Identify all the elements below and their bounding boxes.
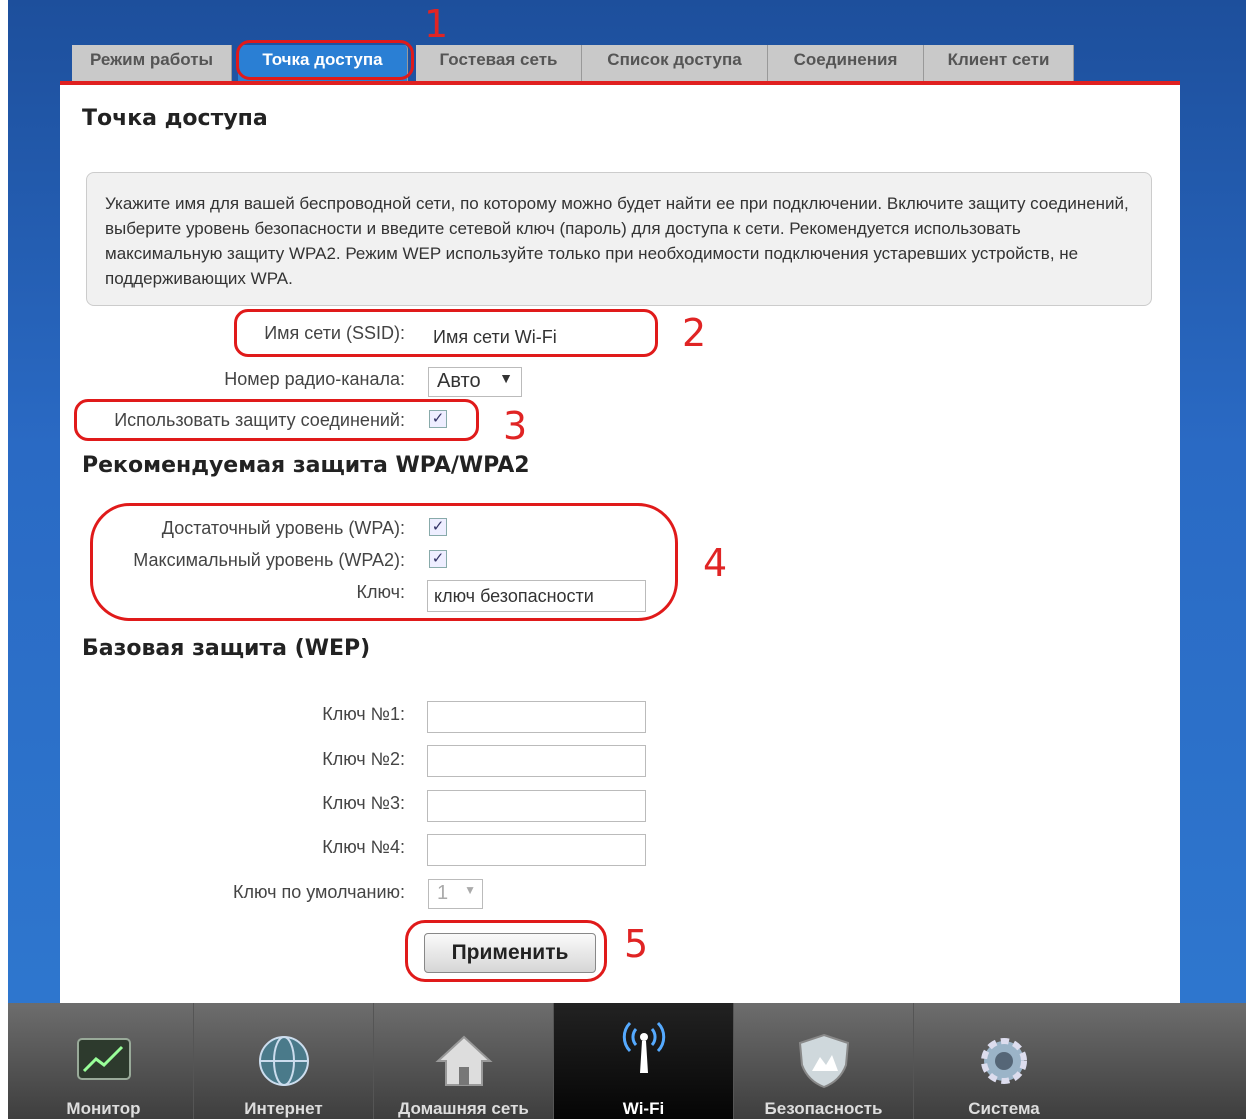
annotation-number-3: 3	[503, 404, 528, 448]
home-icon	[435, 1035, 493, 1086]
tab-network-client[interactable]: Клиент сети	[924, 45, 1074, 82]
nav-wifi[interactable]: Wi-Fi	[554, 1003, 734, 1119]
default-key-select[interactable]: 1 ▼	[428, 879, 483, 909]
nav-home-network-label: Домашняя сеть	[398, 1099, 529, 1118]
nav-home-network[interactable]: Домашняя сеть	[374, 1003, 554, 1119]
info-note: Укажите имя для вашей беспроводной сети,…	[86, 172, 1152, 306]
wep-key1-label: Ключ №1:	[322, 704, 405, 724]
nav-monitor-label: Монитор	[66, 1099, 141, 1118]
gear-icon	[981, 1038, 1027, 1084]
tab-access-list[interactable]: Список доступа	[582, 45, 768, 82]
annotation-number-1: 1	[424, 2, 449, 46]
wep-key3-label: Ключ №3:	[322, 793, 405, 813]
tab-connections[interactable]: Соединения	[768, 45, 924, 82]
nav-security-label: Безопасность	[764, 1099, 883, 1118]
annotation-number-4: 4	[703, 541, 728, 585]
annotation-box-5	[405, 920, 607, 982]
monitor-icon	[77, 1038, 131, 1080]
nav-system[interactable]: Система	[914, 1003, 1094, 1119]
nav-internet-label: Интернет	[244, 1099, 323, 1118]
wifi-icon	[622, 1021, 666, 1073]
nav-monitor[interactable]: Монитор	[14, 1003, 194, 1119]
bottom-nav: Монитор Интернет Домашняя сеть Wi-Fi Без…	[8, 1003, 1246, 1119]
chevron-down-icon: ▼	[499, 370, 513, 386]
channel-value: Авто	[437, 370, 481, 392]
wep-key2-label: Ключ №2:	[322, 749, 405, 769]
wep-key1-input[interactable]	[427, 701, 646, 733]
nav-security[interactable]: Безопасность	[734, 1003, 914, 1119]
annotation-number-2: 2	[682, 311, 707, 355]
wep-key2-input[interactable]	[427, 745, 646, 777]
annotation-box-2	[234, 309, 658, 357]
tab-mode[interactable]: Режим работы	[72, 45, 232, 82]
channel-select[interactable]: Авто ▼	[428, 367, 522, 397]
default-key-label: Ключ по умолчанию:	[232, 882, 405, 902]
nav-system-label: Система	[968, 1099, 1040, 1118]
globe-icon	[259, 1036, 309, 1086]
wep-key4-label: Ключ №4:	[322, 837, 405, 857]
wep-key3-input[interactable]	[427, 790, 646, 822]
annotation-box-4	[90, 503, 678, 621]
channel-label: Номер радио-канала:	[224, 369, 405, 389]
nav-wifi-label: Wi-Fi	[622, 1099, 665, 1118]
page-title: Точка доступа	[82, 106, 268, 131]
wep-key4-input[interactable]	[427, 834, 646, 866]
annotation-box-1	[236, 40, 414, 80]
annotation-number-5: 5	[624, 922, 649, 966]
shield-icon	[798, 1033, 850, 1089]
tab-guest-network[interactable]: Гостевая сеть	[416, 45, 582, 82]
annotation-box-3	[74, 399, 479, 441]
nav-internet[interactable]: Интернет	[194, 1003, 374, 1119]
default-key-value: 1	[437, 882, 449, 904]
wep-section-title: Базовая защита (WEP)	[82, 636, 371, 661]
chevron-down-icon: ▼	[464, 883, 476, 897]
wpa-section-title: Рекомендуемая защита WPA/WPA2	[82, 453, 530, 478]
